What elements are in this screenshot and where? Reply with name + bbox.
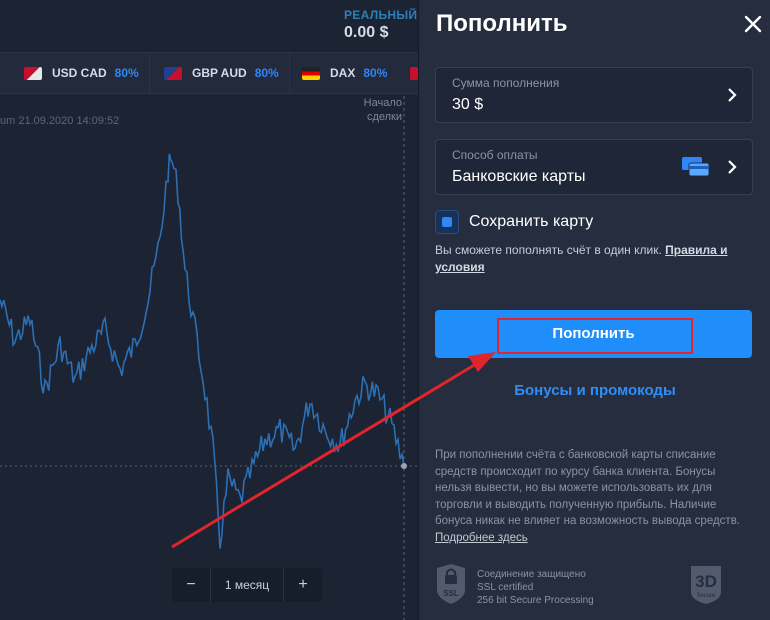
ssl-info: Соединение защищено SSL certified 256 bi…: [477, 568, 594, 607]
deposit-info-text: При пополнении счёта с банковской карты …: [435, 447, 755, 546]
amount-field[interactable]: Сумма пополнения 30 $: [435, 67, 753, 123]
bank-card-icon: [682, 157, 710, 177]
save-card-label: Сохранить карту: [469, 213, 594, 230]
payment-method-field[interactable]: Способ оплаты Банковские карты: [435, 139, 753, 195]
ssl-line: Соединение защищено: [477, 569, 586, 580]
zoom-period[interactable]: 1 месяц: [210, 568, 284, 602]
info-text: При пополнении счёта с банковской карты …: [435, 449, 740, 527]
ssl-lock-icon: SSL: [437, 564, 465, 604]
flag-icon: [410, 66, 418, 80]
price-series-line: [0, 153, 405, 549]
current-price-dot: [401, 463, 407, 469]
asset-tabs: USD CAD 80% GBP AUD 80% DAX 80%: [0, 52, 420, 94]
payment-method-value: Банковские карты: [452, 168, 586, 185]
one-click-text: Вы сможете пополнять счёт в один клик.: [435, 243, 666, 257]
asset-tab-dax[interactable]: DAX 80%: [302, 53, 387, 93]
save-card-checkbox[interactable]: [435, 210, 459, 234]
chart-timestamp: um 21.09.2020 14:09:52: [0, 115, 120, 127]
deposit-panel: Пополнить Сумма пополнения 30 $ Способ о…: [418, 0, 770, 620]
panel-title: Пополнить: [436, 10, 568, 37]
asset-name: DAX: [330, 66, 356, 80]
more-info-link[interactable]: Подробнее здесь: [435, 532, 528, 544]
balance-value[interactable]: 0.00 $: [344, 24, 388, 42]
gbp-aud-flag-icon: [164, 66, 182, 80]
asset-tab-gbp-aud[interactable]: GBP AUD 80%: [164, 53, 290, 93]
trading-area: РЕАЛЬНЫЙ СЧЁТ 0.00 $ USD CAD 80% GBP AUD…: [0, 0, 420, 620]
highlight-box: [497, 318, 693, 354]
3d-secure-small: Secure: [696, 593, 716, 599]
checkbox-check-icon: [442, 217, 452, 227]
chevron-right-icon: [728, 160, 737, 174]
asset-name: USD CAD: [52, 66, 107, 80]
save-card-row[interactable]: Сохранить карту: [435, 210, 593, 234]
usd-cad-flag-icon: [24, 66, 42, 80]
ssl-line: SSL certified: [477, 582, 534, 593]
dax-flag-icon: [302, 66, 320, 80]
asset-tab-usd-cad[interactable]: USD CAD 80%: [24, 53, 150, 93]
ssl-line: 256 bit Secure Processing: [477, 595, 594, 606]
3d-secure-icon: 3D Secure: [691, 566, 721, 604]
asset-payout: 80%: [254, 66, 279, 80]
payment-method-label: Способ оплаты: [452, 148, 538, 162]
zoom-in-button[interactable]: +: [284, 576, 322, 594]
asset-payout: 80%: [114, 66, 139, 80]
amount-value: 30 $: [452, 96, 484, 113]
bonus-promo-link[interactable]: Бонусы и промокоды: [419, 382, 770, 399]
3d-secure-big: 3D: [695, 572, 717, 591]
asset-payout: 80%: [363, 66, 388, 80]
asset-name: GBP AUD: [192, 66, 247, 80]
deal-start-label: Начало сделки: [363, 97, 402, 123]
amount-label: Сумма пополнения: [452, 76, 560, 90]
zoom-out-button[interactable]: −: [172, 576, 210, 594]
account-type-label: РЕАЛЬНЫЙ СЧЁТ: [344, 8, 420, 22]
ssl-badge-text: SSL: [443, 589, 459, 598]
zoom-control: − 1 месяц +: [172, 568, 322, 602]
chevron-right-icon: [728, 88, 737, 102]
one-click-note: Вы сможете пополнять счёт в один клик. П…: [435, 242, 753, 276]
close-icon[interactable]: [741, 12, 765, 36]
